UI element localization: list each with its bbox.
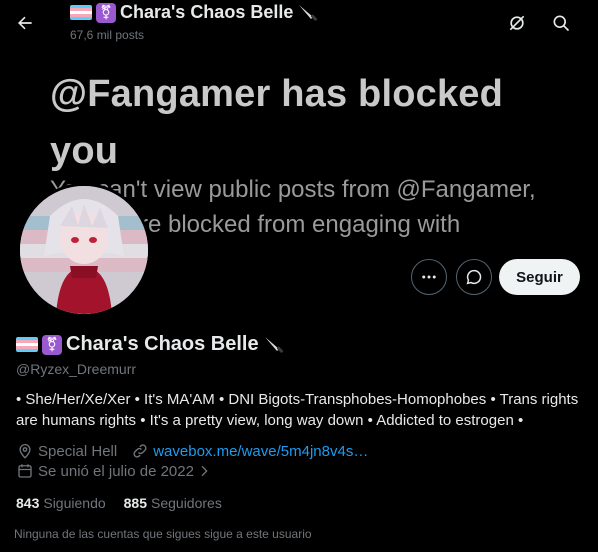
followers-count: 885	[123, 495, 147, 511]
following-count: 843	[16, 495, 40, 511]
link-icon	[133, 444, 147, 458]
profile-location: Special Hell	[38, 442, 118, 460]
knife-icon	[299, 4, 318, 21]
profile-stats: 843 Siguiendo 885 Seguidores	[16, 495, 222, 511]
message-icon	[466, 269, 482, 285]
calendar-icon	[18, 464, 32, 478]
header-title-text: Chara's Chaos Belle	[120, 2, 294, 22]
banner-headline-line1: @Fangamer has blocked	[50, 73, 504, 115]
more-button[interactable]	[411, 259, 447, 295]
profile-name-text: Chara's Chaos Belle	[66, 333, 259, 355]
chevron-right-icon	[201, 465, 208, 477]
profile-website-link[interactable]: wavebox.me/wave/5m4jn8v4s…	[153, 443, 368, 460]
grok-button[interactable]	[500, 6, 534, 40]
avatar-image	[20, 186, 148, 314]
following-label: Siguiendo	[43, 495, 106, 511]
trans-flag-icon	[70, 5, 92, 20]
more-icon	[422, 275, 436, 279]
search-icon	[553, 15, 570, 32]
search-button[interactable]	[544, 6, 578, 40]
message-button[interactable]	[456, 259, 492, 295]
follow-button[interactable]: Seguir	[499, 259, 580, 295]
banner-headline: @Fangamer has blocked you	[50, 66, 503, 180]
header-title: ⚧ Chara's Chaos Belle	[70, 2, 319, 23]
transgender-symbol-icon: ⚧	[96, 2, 116, 23]
trans-flag-icon	[16, 337, 38, 352]
location-icon	[19, 444, 31, 459]
banner-headline-line2: you	[50, 130, 119, 172]
following-stat[interactable]: 843 Siguiendo	[16, 495, 106, 511]
profile-meta-row: Special Hell wavebox.me/wave/5m4jn8v4s…	[16, 442, 368, 460]
profile-joined-row[interactable]: Se unió el julio de 2022	[16, 462, 216, 480]
back-button[interactable]	[8, 6, 42, 40]
profile-bio: • She/Her/Xe/Xer • It's MA'AM • DNI Bigo…	[16, 391, 579, 429]
mutuals-note: Ninguna de las cuentas que sigues sigue …	[14, 527, 312, 541]
followers-stat[interactable]: 885 Seguidores	[124, 495, 222, 511]
grok-icon	[509, 15, 525, 31]
profile-name: ⚧ Chara's Chaos Belle	[16, 333, 285, 356]
arrow-left-icon	[18, 16, 32, 30]
avatar[interactable]	[17, 183, 151, 317]
transgender-symbol-icon: ⚧	[42, 334, 62, 355]
profile-joined: Se unió el julio de 2022	[38, 462, 194, 480]
post-count: 67,6 mil posts	[70, 28, 145, 42]
knife-icon	[264, 336, 283, 353]
followers-label: Seguidores	[151, 495, 222, 511]
profile-handle: @Ryzex_Dreemurr	[16, 361, 137, 377]
top-bar: ⚧ Chara's Chaos Belle 67,6 mil posts	[0, 0, 598, 52]
